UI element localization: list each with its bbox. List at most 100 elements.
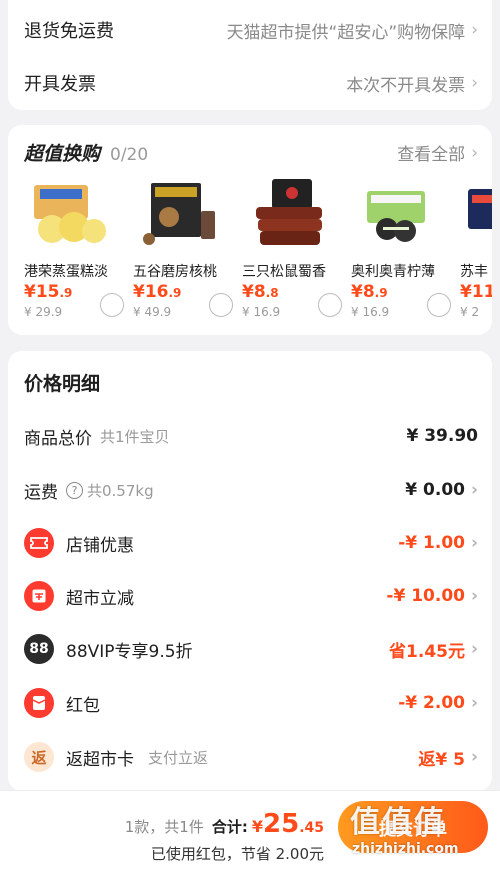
invoice-text: 本次不开具发票: [346, 75, 466, 96]
chevron-right-icon: ›: [471, 142, 478, 163]
chevron-right-icon: ›: [470, 586, 478, 606]
shipping-weight: 共0.57kg: [87, 481, 154, 500]
goods-total-sub: 共1件宝贝: [100, 427, 170, 446]
return-shipping-row[interactable]: 退货免运费 天猫超市提供“超安心”购物保障 ›: [24, 15, 478, 45]
vip-row[interactable]: 88 88VIP专享9.5折 省1.45元 ›: [24, 632, 478, 666]
88vip-icon: 88: [24, 634, 54, 664]
goods-total-label: 商品总价: [24, 428, 92, 449]
deal-item-price: ¥8.9: [351, 282, 388, 302]
chevron-right-icon: ›: [470, 747, 478, 767]
card-rebate-label: 返超市卡: [66, 749, 134, 770]
deal-item-price-dec: .9: [374, 286, 388, 300]
return-shipping-label: 退货免运费: [24, 21, 114, 42]
vip-value: 省1.45元 ›: [389, 637, 478, 662]
chevron-right-icon: ›: [470, 480, 478, 500]
total-int: 25: [263, 809, 300, 839]
item-count: 1款，共1件: [124, 818, 204, 836]
view-all-label: 查看全部: [397, 145, 466, 165]
red-packet-icon: [24, 688, 54, 718]
vip-left: 88 88VIP专享9.5折: [24, 634, 193, 664]
store-discount-row[interactable]: 店铺优惠 -¥ 1.00 ›: [24, 526, 478, 560]
deals-count: 0/20: [110, 145, 149, 165]
vip-amount: 省1.45元: [389, 641, 465, 662]
deals-title: 超值换购 0/20: [24, 139, 148, 166]
invoice-value: 本次不开具发票 ›: [346, 71, 478, 96]
deal-item-price-int: ¥8: [242, 282, 266, 302]
deal-item-original-price: ¥ 29.9: [24, 305, 63, 319]
deal-item[interactable]: 五谷磨房核桃 ¥16.9 ¥ 49.9: [133, 177, 237, 327]
deal-item-original-price: ¥ 2: [460, 305, 480, 319]
market-cut-row[interactable]: 超市立减 -¥ 10.00 ›: [24, 579, 478, 613]
deal-item[interactable]: 港荣蒸蛋糕淡 ¥15.9 ¥ 29.9: [24, 177, 128, 327]
red-packet-amount: -¥ 2.00: [398, 693, 465, 713]
card-rebate-row[interactable]: 返 返超市卡 支付立返 返¥ 5 ›: [24, 740, 478, 774]
steamed-cake-box-icon: [30, 177, 112, 251]
deal-item[interactable]: 苏丰 ¥11 ¥ 2: [460, 177, 492, 327]
deal-item-name: 港荣蒸蛋糕淡: [24, 264, 108, 280]
shipping-row[interactable]: 运费 ? 共0.57kg ¥ 0.00 ›: [24, 473, 478, 507]
total-summary: 1款，共1件 合计: ¥ 25 .45: [125, 809, 324, 839]
deal-item-original-price: ¥ 16.9: [242, 305, 281, 319]
goods-total-left: 商品总价 共1件宝贝: [24, 424, 170, 449]
deal-item-original-price: ¥ 16.9: [351, 305, 390, 319]
red-envelope-reduce-icon: [24, 581, 54, 611]
deals-card: 超值换购 0/20 查看全部 › 港荣蒸蛋糕淡 ¥15.9 ¥ 29.9 五谷磨…: [8, 125, 492, 335]
red-packet-left: 红包: [24, 688, 100, 718]
deal-item[interactable]: 奥利奥青柠薄 ¥8.9 ¥ 16.9: [351, 177, 455, 327]
order-options-card: 退货免运费 天猫超市提供“超安心”购物保障 › 开具发票 本次不开具发票 ›: [8, 0, 492, 110]
deal-item-name: 奥利奥青柠薄: [351, 264, 435, 280]
walnut-powder-box-icon: [139, 177, 221, 251]
store-discount-amount: -¥ 1.00: [398, 533, 465, 553]
total-label: 合计:: [211, 818, 248, 836]
market-cut-value: -¥ 10.00 ›: [386, 586, 478, 606]
deal-item-price-dec: .8: [265, 286, 279, 300]
coupon-ticket-icon: [24, 528, 54, 558]
deals-title-text: 超值换购: [24, 143, 101, 165]
shipping-left: 运费 ? 共0.57kg: [24, 478, 154, 503]
deal-item[interactable]: 三只松鼠蜀香 ¥8.8 ¥ 16.9: [242, 177, 346, 327]
submit-order-button[interactable]: 提交订单: [338, 801, 488, 853]
deal-select-radio[interactable]: [318, 293, 342, 317]
rebate-icon: 返: [24, 742, 54, 772]
shipping-amount: ¥ 0.00: [405, 480, 465, 500]
price-details-title: 价格明细: [24, 373, 101, 395]
chevron-right-icon: ›: [470, 533, 478, 553]
deal-item-name: 苏丰: [460, 264, 488, 280]
deal-item-price-int: ¥8: [351, 282, 375, 302]
deal-item-price-int: ¥11: [460, 282, 492, 302]
shipping-value: ¥ 0.00 ›: [405, 480, 478, 500]
market-cut-amount: -¥ 10.00: [386, 586, 465, 606]
goods-total-value: ¥ 39.90: [406, 426, 478, 446]
deal-item-price: ¥8.8: [242, 282, 279, 302]
deal-item-name: 五谷磨房核桃: [133, 264, 217, 280]
card-rebate-left: 返 返超市卡 支付立返: [24, 742, 208, 772]
question-icon[interactable]: ?: [66, 481, 83, 499]
deal-item-original-price: ¥ 49.9: [133, 305, 172, 319]
shipping-label: 运费: [24, 482, 58, 503]
oreo-lime-box-icon: [357, 177, 439, 251]
price-details-card: 价格明细 商品总价 共1件宝贝 ¥ 39.90 运费 ? 共0.57kg ¥ 0…: [8, 351, 492, 791]
deal-select-radio[interactable]: [209, 293, 233, 317]
deals-list: 港荣蒸蛋糕淡 ¥15.9 ¥ 29.9 五谷磨房核桃 ¥16.9 ¥ 49.9: [24, 177, 492, 327]
deal-item-price-dec: .9: [168, 286, 182, 300]
store-discount-left: 店铺优惠: [24, 528, 134, 558]
deal-item-price-dec: .9: [59, 286, 73, 300]
total-dec: .45: [299, 820, 324, 836]
invoice-row[interactable]: 开具发票 本次不开具发票 ›: [24, 68, 478, 98]
goods-total-row: 商品总价 共1件宝贝 ¥ 39.90: [24, 419, 478, 453]
market-cut-label: 超市立减: [66, 588, 134, 609]
card-rebate-value: 返¥ 5 ›: [418, 745, 478, 770]
chevron-right-icon: ›: [471, 73, 478, 93]
snack-pack-icon: [466, 177, 492, 251]
deal-select-radio[interactable]: [427, 293, 451, 317]
deal-item-price-int: ¥15: [24, 282, 60, 302]
deal-item-name: 三只松鼠蜀香: [242, 264, 326, 280]
saving-note: 已使用红包，节省 2.00元: [150, 845, 324, 863]
store-discount-value: -¥ 1.00 ›: [398, 533, 478, 553]
deal-select-radio[interactable]: [100, 293, 124, 317]
view-all-link[interactable]: 查看全部 ›: [397, 140, 478, 166]
chevron-right-icon: ›: [470, 639, 478, 659]
red-packet-label: 红包: [66, 695, 100, 716]
red-packet-row[interactable]: 红包 -¥ 2.00 ›: [24, 686, 478, 720]
vip-label: 88VIP专享9.5折: [66, 641, 193, 662]
